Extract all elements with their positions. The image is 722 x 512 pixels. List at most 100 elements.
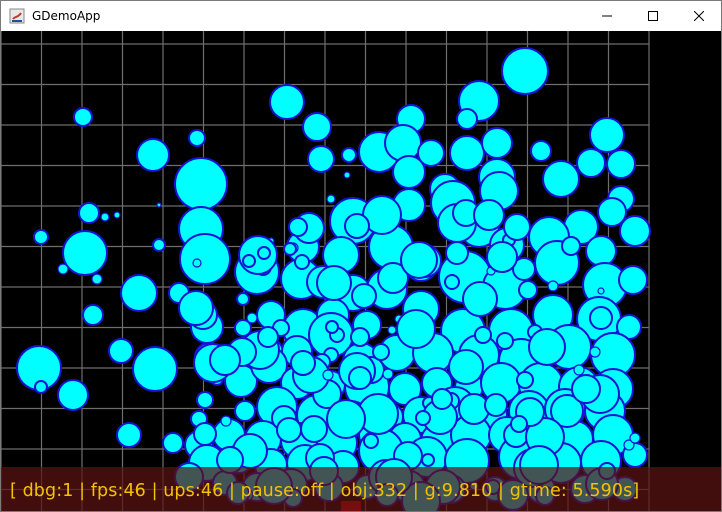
ball: [234, 400, 256, 422]
ball: [257, 246, 271, 260]
ball: [326, 399, 366, 439]
ball: [316, 265, 352, 301]
close-button[interactable]: [676, 1, 722, 31]
ball: [444, 274, 460, 290]
title-bar[interactable]: GDemoApp: [1, 1, 721, 31]
ball: [384, 124, 422, 162]
ball: [456, 108, 478, 130]
ball: [561, 236, 581, 256]
ball: [276, 417, 302, 443]
ball: [302, 112, 332, 142]
ball: [209, 344, 241, 376]
ball: [496, 332, 514, 350]
ball-objects: [16, 47, 651, 511]
ball: [431, 388, 453, 410]
ball: [481, 127, 513, 159]
ball: [606, 149, 636, 179]
ball: [396, 309, 436, 349]
ball: [152, 238, 166, 252]
ball: [108, 338, 134, 364]
game-viewport[interactable]: [ dbg:1 | fps:46 | ups:46 | pause:off | …: [1, 31, 721, 511]
ball: [192, 258, 202, 268]
ball: [326, 194, 336, 204]
minimize-button[interactable]: [584, 1, 630, 31]
app-window: GDemoApp [ dbg:1 | fps:46 | ups:46 | pau…: [0, 0, 722, 512]
java-app-icon[interactable]: [9, 8, 25, 24]
ball: [516, 371, 534, 389]
ball: [629, 432, 641, 444]
ball: [242, 254, 256, 268]
ball: [528, 328, 566, 366]
ball: [73, 107, 93, 127]
ball: [33, 229, 49, 245]
ball: [571, 374, 601, 404]
ball: [474, 326, 492, 344]
ball: [193, 422, 217, 446]
ball: [136, 138, 170, 172]
ball: [530, 140, 552, 162]
ball: [290, 350, 316, 376]
ball: [597, 197, 627, 227]
ball: [322, 369, 334, 381]
debug-status-text: [ dbg:1 | fps:46 | ups:46 | pause:off | …: [10, 481, 640, 501]
ball: [283, 242, 297, 256]
ball: [445, 241, 469, 265]
ball: [179, 233, 231, 285]
debug-hud: [ dbg:1 | fps:46 | ups:46 | pause:off | …: [1, 467, 721, 511]
ball: [116, 422, 142, 448]
ball: [174, 157, 228, 211]
minimize-icon: [602, 15, 612, 17]
ball: [257, 326, 279, 348]
ball: [178, 290, 214, 326]
ball: [597, 287, 605, 295]
ball: [351, 283, 377, 309]
ball: [246, 312, 258, 324]
ball: [458, 393, 490, 425]
ball: [518, 280, 538, 300]
ball: [132, 346, 178, 392]
ball: [415, 410, 431, 426]
ball: [196, 391, 214, 409]
ball: [269, 84, 305, 120]
ball: [341, 147, 357, 163]
ball: [113, 211, 121, 219]
ball: [57, 263, 69, 275]
ball: [100, 212, 110, 222]
ball: [619, 215, 651, 247]
ball: [449, 135, 485, 171]
ball: [387, 325, 397, 335]
ball: [372, 343, 390, 361]
ball: [503, 213, 531, 241]
ball: [573, 364, 585, 376]
ball: [486, 241, 518, 273]
ball: [473, 199, 505, 231]
ball: [91, 273, 103, 285]
game-canvas[interactable]: [1, 31, 721, 511]
ball: [363, 433, 379, 449]
ball: [57, 379, 89, 411]
ball: [78, 202, 100, 224]
ball: [589, 117, 625, 153]
ball: [392, 155, 426, 189]
ball: [82, 304, 104, 326]
ball: [236, 292, 250, 306]
ball: [343, 171, 351, 179]
maximize-icon: [648, 11, 658, 21]
ball: [156, 202, 162, 208]
maximize-button[interactable]: [630, 1, 676, 31]
ball: [325, 320, 339, 334]
ball: [589, 346, 601, 358]
ball: [448, 349, 484, 385]
ball: [589, 306, 613, 330]
ball: [462, 281, 498, 317]
ball: [62, 230, 108, 276]
ball: [542, 160, 580, 198]
ball: [300, 415, 328, 443]
ball: [294, 254, 310, 270]
ball: [382, 368, 394, 380]
ball: [34, 380, 48, 394]
ball: [344, 213, 370, 239]
ball: [484, 393, 508, 417]
ball: [400, 241, 438, 279]
ball: [421, 453, 435, 467]
